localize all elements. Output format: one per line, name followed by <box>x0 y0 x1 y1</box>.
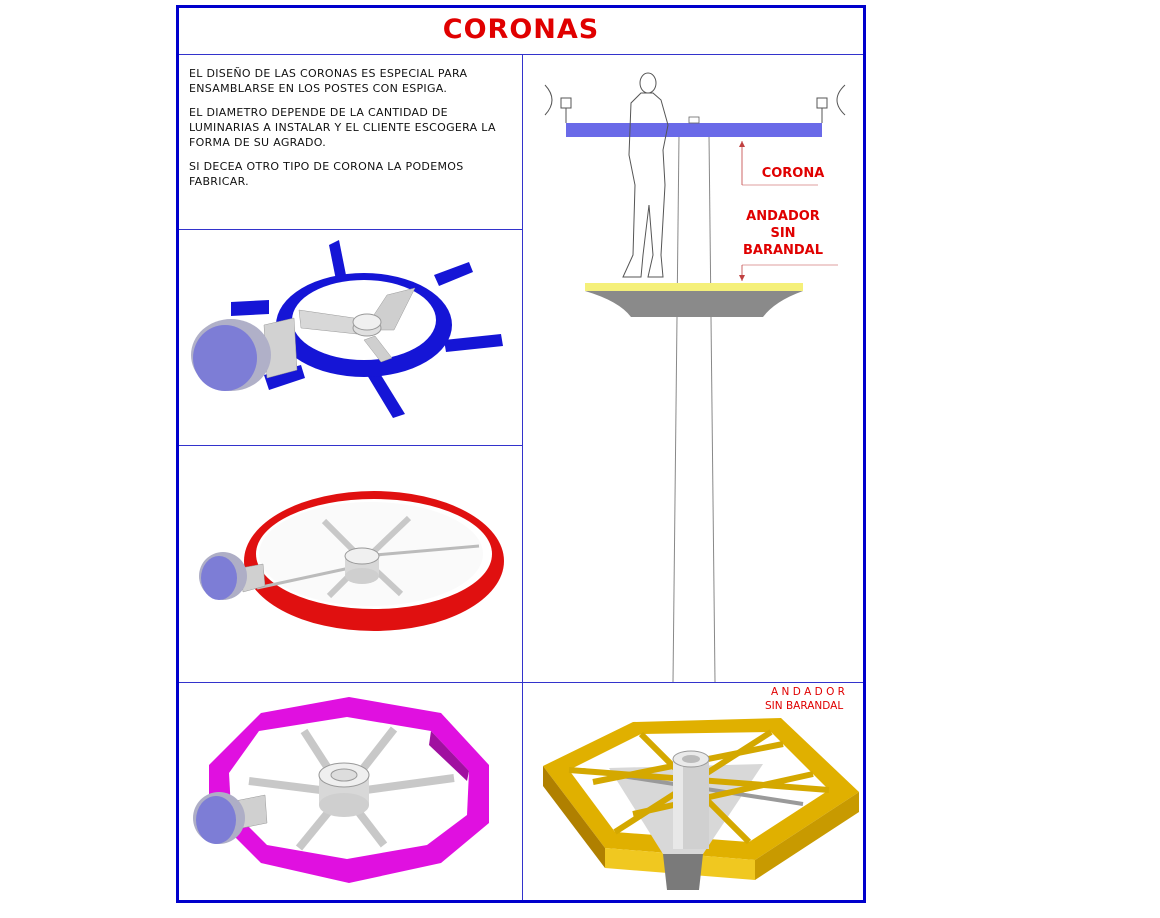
description-paragraph-1: EL DISEÑO DE LAS CORONAS ES ESPECIAL PAR… <box>189 67 468 95</box>
description-paragraph-3: SI DECEA OTRO TIPO DE CORONA LA PODEMOS … <box>189 160 464 188</box>
description-text: EL DISEÑO DE LAS CORONAS ES ESPECIAL PAR… <box>189 66 509 198</box>
andador-label-line1: ANDADOR <box>746 209 820 224</box>
andador-label: ANDADOR SIN BARANDAL <box>735 208 831 259</box>
corona-label: CORONA <box>761 166 825 181</box>
red-crown-illustration <box>199 491 504 631</box>
magenta-crown-illustration <box>193 697 489 883</box>
drawing-sheet: CORONAS EL DISEÑO DE LAS CORONAS ES ESPE… <box>176 5 866 903</box>
blue-crown-illustration <box>191 240 503 418</box>
description-paragraph-2: EL DIAMETRO DEPENDE DE LA CANTIDAD DE LU… <box>189 106 496 149</box>
person-figure <box>622 72 669 278</box>
luminaire-icon-left <box>544 84 572 123</box>
page-title: CORONAS <box>179 8 863 55</box>
elevation-illustration <box>544 72 846 683</box>
andador-label-line3: BARANDAL <box>742 243 824 258</box>
luminaire-icon-right <box>816 84 846 123</box>
andador-label-line2: SIN <box>770 226 796 241</box>
hex-walkway-illustration <box>543 718 859 890</box>
